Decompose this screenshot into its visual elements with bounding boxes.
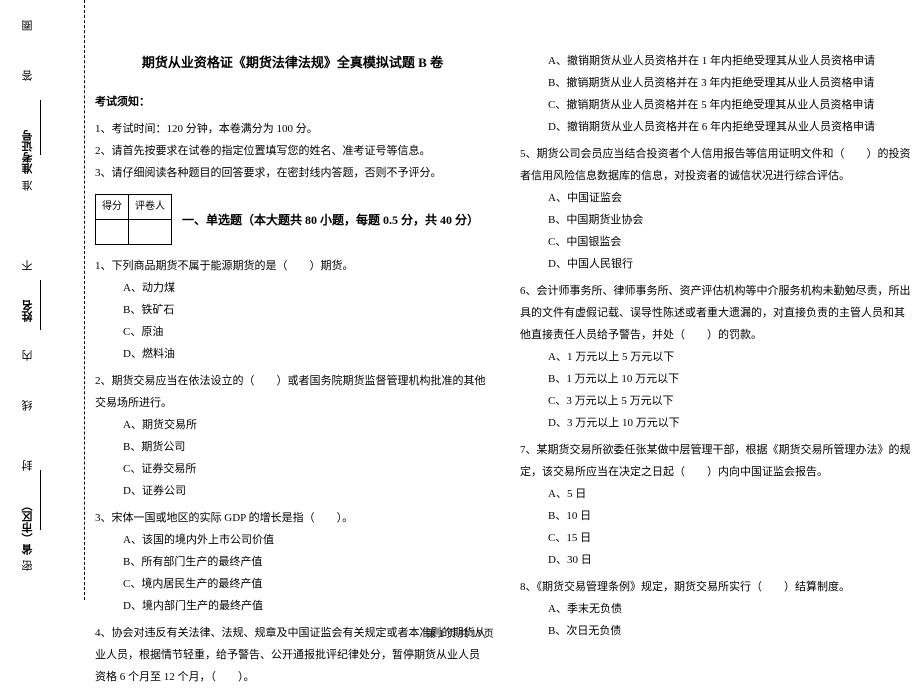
binding-underline <box>40 280 41 330</box>
score-cell-score: 得分 <box>96 195 129 220</box>
notice-item: 1、考试时间：120 分钟，本卷满分为 100 分。 <box>95 118 490 140</box>
notice-item: 2、请首先按要求在试卷的指定位置填写您的姓名、准考证号等信息。 <box>95 140 490 162</box>
binding-feng: 封 <box>20 460 36 471</box>
option: C、15 日 <box>548 527 915 549</box>
option: C、原油 <box>123 321 490 343</box>
question-3: 3、宋体一国或地区的实际 GDP 的增长是指（ ）。 <box>95 507 490 529</box>
page-footer: 第 1 页 共 17 页 <box>0 625 920 640</box>
option: D、证券公司 <box>123 480 490 502</box>
option: B、1 万元以上 10 万元以下 <box>548 368 915 390</box>
question-7: 7、某期货交易所欲委任张某做中层管理干部，根据《期货交易所管理办法》的规定，该交… <box>520 439 915 483</box>
binding-quan: 圈 <box>20 20 36 31</box>
option: A、1 万元以上 5 万元以下 <box>548 346 915 368</box>
option: A、该国的境内外上市公司价值 <box>123 529 490 551</box>
binding-xian: 线 <box>20 400 36 411</box>
option: D、中国人民银行 <box>548 253 915 275</box>
binding-underline <box>40 470 41 530</box>
option: B、撤销期货从业人员资格并在 3 年内拒绝受理其从业人员资格申请 <box>548 72 915 94</box>
page-content: 期货从业资格证《期货法律法规》全真模拟试题 B 卷 考试须知： 1、考试时间：1… <box>95 0 920 688</box>
option: D、燃料油 <box>123 343 490 365</box>
question-8: 8、《期货交易管理条例》规定，期货交易所实行（ ）结算制度。 <box>520 576 915 598</box>
option: D、撤销期货从业人员资格并在 6 年内拒绝受理其从业人员资格申请 <box>548 116 915 138</box>
option: D、30 日 <box>548 549 915 571</box>
right-column: A、撤销期货从业人员资格并在 1 年内拒绝受理其从业人员资格申请 B、撤销期货从… <box>520 50 915 688</box>
exam-title: 期货从业资格证《期货法律法规》全真模拟试题 B 卷 <box>95 50 490 76</box>
question-1: 1、下列商品期货不属于能源期货的是（ ）期货。 <box>95 255 490 277</box>
option: D、3 万元以上 10 万元以下 <box>548 412 915 434</box>
score-table: 得分 评卷人 <box>95 194 172 245</box>
notice-heading: 考试须知： <box>95 91 490 113</box>
option: A、撤销期货从业人员资格并在 1 年内拒绝受理其从业人员资格申请 <box>548 50 915 72</box>
left-column: 期货从业资格证《期货法律法规》全真模拟试题 B 卷 考试须知： 1、考试时间：1… <box>95 50 490 688</box>
binding-da: 答 <box>20 70 36 81</box>
binding-mi: 密 <box>20 560 36 571</box>
score-cell-grader: 评卷人 <box>129 195 172 220</box>
option: B、铁矿石 <box>123 299 490 321</box>
binding-zhunkao-label: 准考证号 <box>20 130 36 174</box>
option: C、中国银监会 <box>548 231 915 253</box>
binding-province-label: 省（市区） <box>20 500 36 555</box>
option: A、中国证监会 <box>548 187 915 209</box>
option: A、动力煤 <box>123 277 490 299</box>
question-2: 2、期货交易应当在依法设立的（ ）或者国务院期货监督管理机构批准的其他交易场所进… <box>95 370 490 414</box>
question-5: 5、期货公司会员应当结合投资者个人信用报告等信用证明文件和（ ）的投资者信用风险… <box>520 143 915 187</box>
binding-nei: 内 <box>20 350 36 361</box>
binding-name-label: 姓名 <box>20 300 36 322</box>
section-header-row: 得分 评卷人 一、单选题（本大题共 80 小题，每题 0.5 分，共 40 分） <box>95 194 490 245</box>
question-6: 6、会计师事务所、律师事务所、资产评估机构等中介服务机构未勤勉尽责，所出具的文件… <box>520 280 915 346</box>
section-1-title: 一、单选题（本大题共 80 小题，每题 0.5 分，共 40 分） <box>182 208 479 232</box>
binding-margin: 圈 答 准考证号 准 不 姓名 内 线 封 省（市区） 密 <box>0 0 85 600</box>
option: C、境内居民生产的最终产值 <box>123 573 490 595</box>
option: C、3 万元以上 5 万元以下 <box>548 390 915 412</box>
option: A、5 日 <box>548 483 915 505</box>
option: B、期货公司 <box>123 436 490 458</box>
option: C、撤销期货从业人员资格并在 5 年内拒绝受理其从业人员资格申请 <box>548 94 915 116</box>
option: C、证券交易所 <box>123 458 490 480</box>
binding-bu: 不 <box>20 260 36 271</box>
notice-item: 3、请仔细阅读各种题目的回答要求，在密封线内答题，否则不予评分。 <box>95 162 490 184</box>
binding-zhun: 准 <box>20 180 36 191</box>
option: B、10 日 <box>548 505 915 527</box>
option: A、期货交易所 <box>123 414 490 436</box>
option: B、所有部门生产的最终产值 <box>123 551 490 573</box>
binding-underline <box>40 100 41 155</box>
option: B、中国期货业协会 <box>548 209 915 231</box>
option: D、境内部门生产的最终产值 <box>123 595 490 617</box>
option: A、季末无负债 <box>548 598 915 620</box>
